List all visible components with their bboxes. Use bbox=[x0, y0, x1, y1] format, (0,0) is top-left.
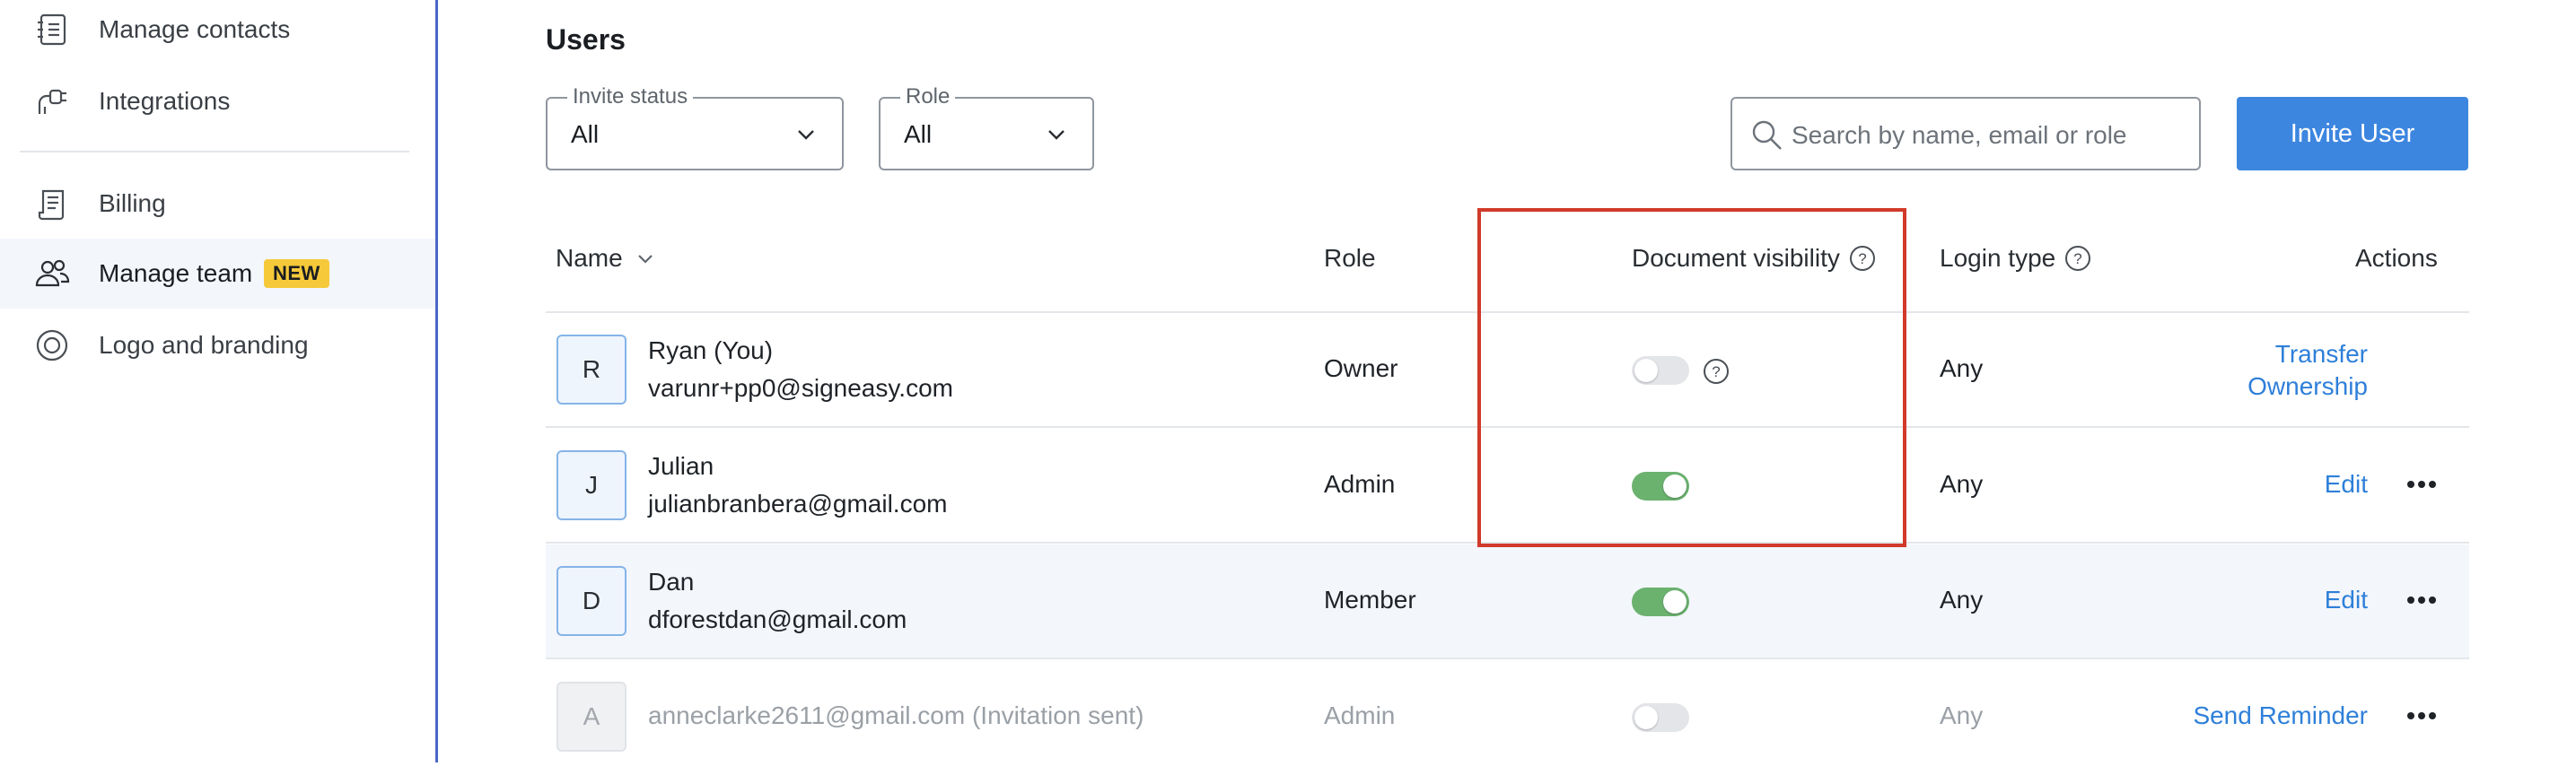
toggle-knob bbox=[1634, 706, 1658, 729]
avatar: A bbox=[556, 682, 626, 752]
sidebar-item-manage-contacts[interactable]: Manage contacts bbox=[0, 0, 435, 65]
visibility-header-label: Document visibility bbox=[1632, 244, 1840, 272]
visibility-column-header: Document visibility ? bbox=[1632, 244, 1876, 273]
login-type: Any bbox=[1940, 354, 1984, 382]
transfer-ownership-link[interactable]: Transfer Ownership bbox=[2247, 338, 2368, 403]
user-name: Dan bbox=[648, 568, 695, 596]
sidebar: Manage contacts Integrations Billing Man… bbox=[0, 0, 438, 762]
edit-link[interactable]: Edit bbox=[2325, 586, 2368, 614]
login-type-header-label: Login type bbox=[1940, 244, 2056, 272]
user-email: julianbranbera@gmail.com bbox=[648, 490, 948, 518]
branding-icon bbox=[32, 326, 72, 365]
search-icon bbox=[1752, 120, 1782, 150]
team-icon bbox=[32, 254, 72, 293]
login-type: Any bbox=[1940, 586, 1984, 614]
user-name: Ryan (You) bbox=[648, 336, 774, 364]
actions-header-label: Actions bbox=[2355, 244, 2438, 272]
invite-status-select[interactable]: Invite status All bbox=[546, 84, 844, 170]
help-icon[interactable]: ? bbox=[2064, 245, 2091, 272]
user-role: Admin bbox=[1324, 701, 1396, 729]
edit-link[interactable]: Edit bbox=[2325, 470, 2368, 499]
sidebar-item-logo-branding[interactable]: Logo and branding bbox=[0, 310, 435, 380]
role-label: Role bbox=[900, 84, 956, 109]
toggle-knob bbox=[1663, 590, 1687, 614]
svg-text:?: ? bbox=[1712, 363, 1720, 380]
user-email: varunr+pp0@signeasy.com bbox=[648, 374, 953, 402]
role-column-header: Role bbox=[1324, 244, 1376, 273]
document-visibility-toggle[interactable] bbox=[1632, 472, 1689, 501]
address-book-icon bbox=[32, 10, 72, 49]
sidebar-item-label: Integrations bbox=[99, 87, 231, 115]
actions-column-header: Actions bbox=[2355, 244, 2438, 273]
user-role: Member bbox=[1324, 586, 1416, 614]
more-options-icon[interactable] bbox=[2405, 479, 2438, 490]
role-select[interactable]: Role All bbox=[879, 84, 1094, 170]
sidebar-item-label: Logo and branding bbox=[99, 331, 309, 359]
user-role: Admin bbox=[1324, 470, 1396, 498]
search-input[interactable] bbox=[1790, 117, 2188, 154]
send-reminder-link[interactable]: Send Reminder bbox=[2193, 701, 2368, 730]
role-value: All bbox=[904, 120, 933, 148]
user-email: dforestdan@gmail.com bbox=[648, 605, 907, 633]
name-header-label: Name bbox=[556, 244, 623, 272]
login-type: Any bbox=[1940, 470, 1984, 498]
transfer-ownership-line1: Transfer bbox=[2274, 340, 2368, 368]
svg-text:?: ? bbox=[1858, 250, 1866, 267]
avatar: R bbox=[556, 335, 626, 405]
login-type: Any bbox=[1940, 701, 1984, 729]
document-visibility-toggle[interactable] bbox=[1632, 588, 1689, 616]
user-name: Julian bbox=[648, 452, 714, 480]
document-visibility-toggle bbox=[1632, 356, 1689, 385]
plug-icon bbox=[32, 82, 72, 121]
login-type-column-header: Login type ? bbox=[1940, 244, 2091, 273]
more-options-icon[interactable] bbox=[2405, 595, 2438, 605]
transfer-ownership-line2: Ownership bbox=[2247, 372, 2368, 400]
sidebar-divider bbox=[20, 151, 409, 152]
role-header-label: Role bbox=[1324, 244, 1376, 272]
user-role: Owner bbox=[1324, 354, 1398, 382]
page-title: Users bbox=[546, 23, 626, 56]
document-visibility-toggle bbox=[1632, 703, 1689, 732]
chevron-down-icon bbox=[798, 130, 814, 140]
more-options-icon[interactable] bbox=[2405, 710, 2438, 721]
table-row: A anneclarke2611@gmail.com (Invitation s… bbox=[546, 660, 2469, 775]
name-column-header[interactable]: Name bbox=[556, 244, 655, 273]
invited-user-email: anneclarke2611@gmail.com (Invitation sen… bbox=[648, 701, 1144, 729]
toggle-knob bbox=[1663, 475, 1687, 498]
search-box[interactable] bbox=[1730, 97, 2201, 170]
table-row: D Dan dforestdan@gmail.com Member Any Ed… bbox=[546, 544, 2469, 659]
help-icon[interactable]: ? bbox=[1703, 358, 1730, 385]
invite-status-value: All bbox=[571, 120, 600, 148]
invite-user-button[interactable]: Invite User bbox=[2237, 97, 2468, 170]
chevron-down-icon bbox=[1048, 130, 1065, 140]
new-badge: NEW bbox=[264, 259, 329, 288]
toggle-knob bbox=[1634, 359, 1658, 382]
sidebar-item-manage-team[interactable]: Manage team NEW bbox=[0, 239, 435, 309]
receipt-icon bbox=[32, 184, 72, 223]
avatar: J bbox=[556, 450, 626, 520]
sidebar-item-label: Billing bbox=[99, 189, 166, 217]
sidebar-item-billing[interactable]: Billing bbox=[0, 169, 435, 239]
sidebar-item-label: Manage contacts bbox=[99, 15, 291, 43]
sidebar-item-integrations[interactable]: Integrations bbox=[0, 66, 435, 136]
sidebar-item-label: Manage team bbox=[99, 259, 253, 287]
table-row: J Julian julianbranbera@gmail.com Admin … bbox=[546, 429, 2469, 544]
help-icon[interactable]: ? bbox=[1849, 245, 1876, 272]
table-row: R Ryan (You) varunr+pp0@signeasy.com Own… bbox=[546, 313, 2469, 428]
avatar: D bbox=[556, 566, 626, 636]
sort-chevron-down-icon bbox=[637, 255, 653, 264]
invite-status-label: Invite status bbox=[567, 84, 694, 109]
svg-text:?: ? bbox=[2073, 250, 2081, 267]
